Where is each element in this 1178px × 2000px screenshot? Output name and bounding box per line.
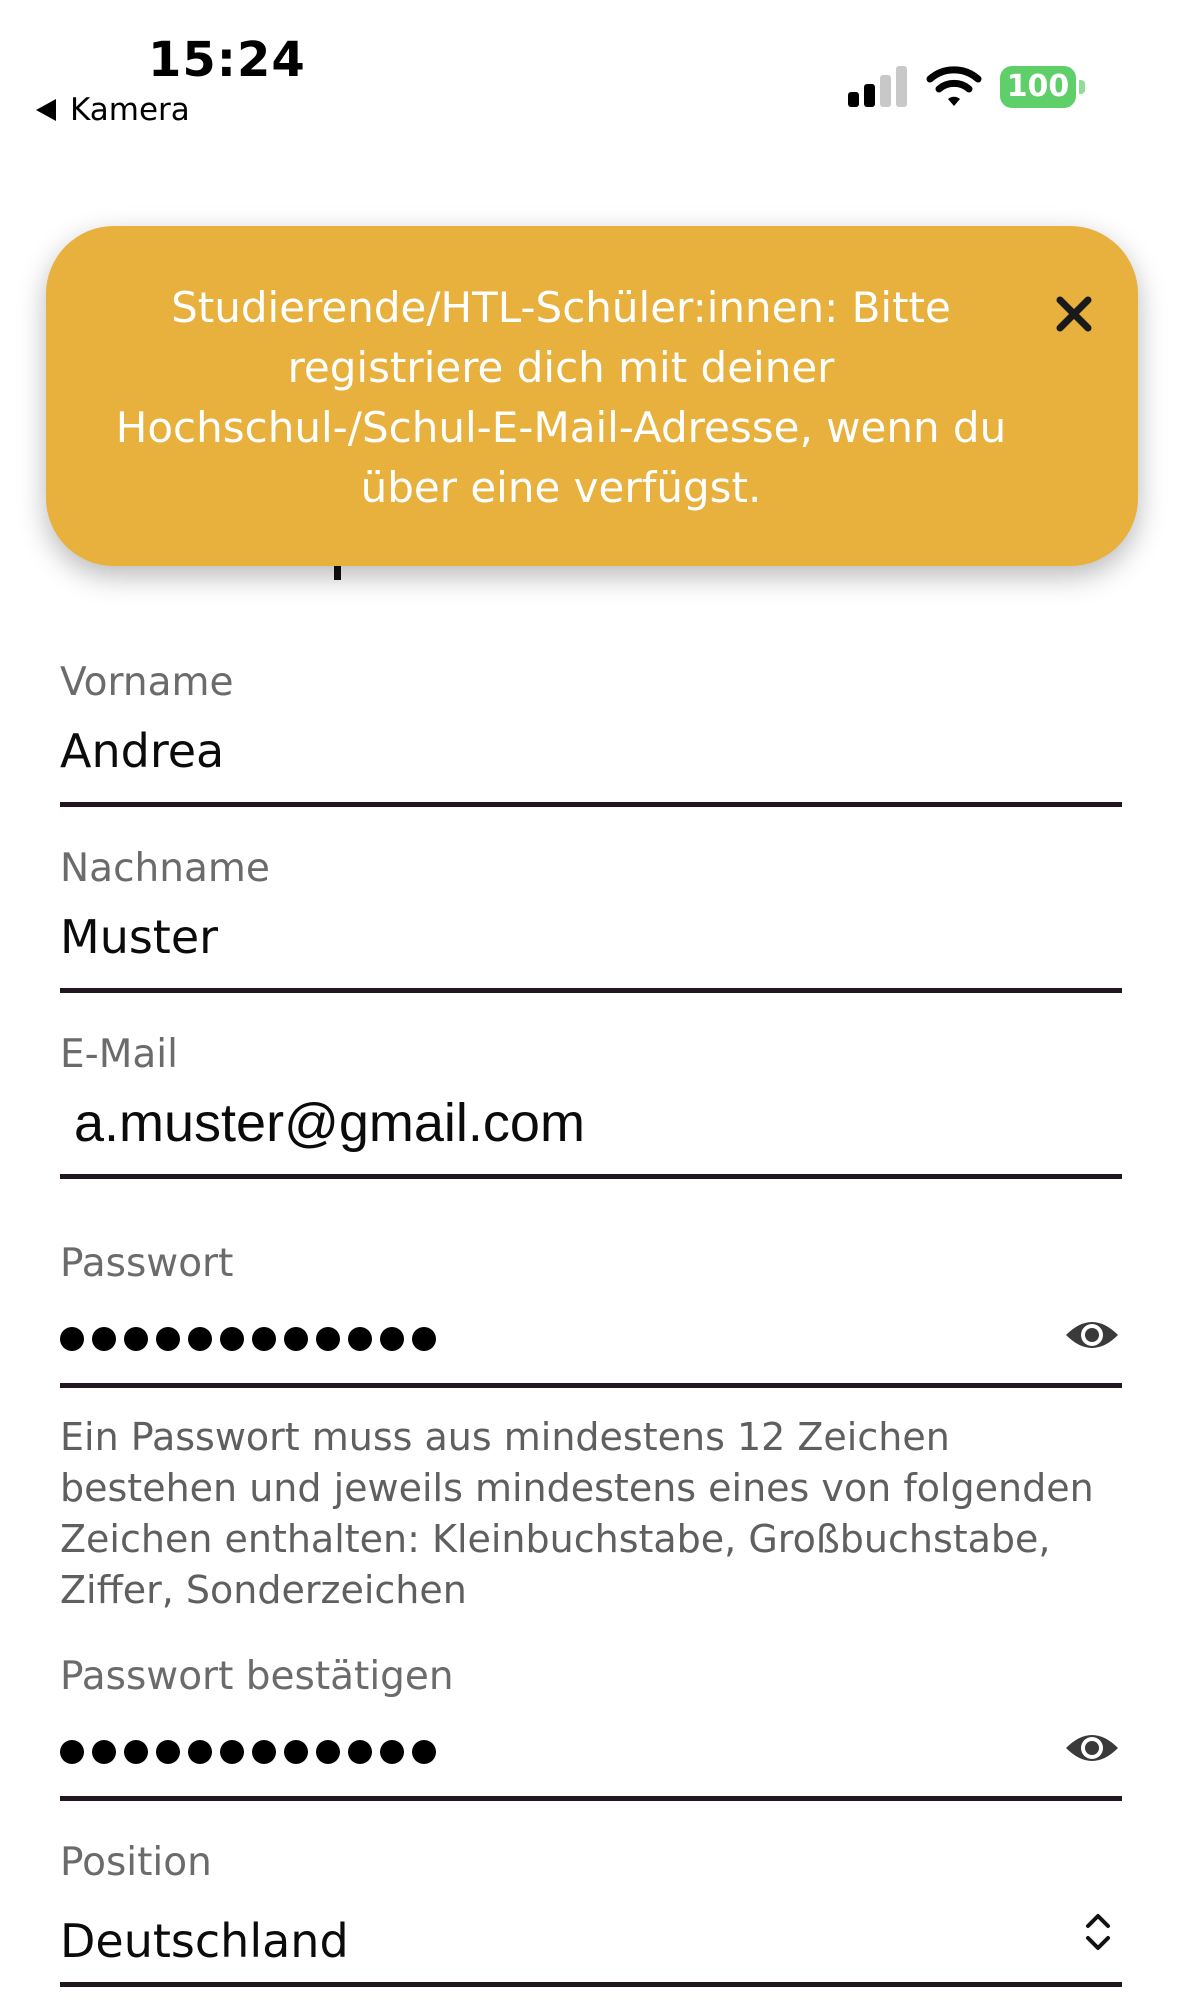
eye-icon[interactable] <box>1064 1728 1120 1768</box>
first-name-field[interactable]: Vorname Andrea <box>60 660 1122 810</box>
password-label: Passwort <box>60 1241 234 1286</box>
position-select-field[interactable]: Position Deutschland <box>60 1840 1122 1990</box>
password-underline <box>60 1383 1122 1388</box>
password-dot <box>380 1327 404 1351</box>
eye-icon[interactable] <box>1064 1315 1120 1355</box>
password-input[interactable] <box>60 1327 436 1351</box>
last-name-input[interactable]: Muster <box>60 910 218 964</box>
status-time: 15:24 <box>148 32 306 88</box>
password-dot <box>188 1327 212 1351</box>
email-label: E-Mail <box>60 1032 178 1077</box>
password-confirm-label: Passwort bestätigen <box>60 1654 454 1699</box>
password-dot <box>220 1740 244 1764</box>
position-select[interactable]: Deutschland <box>60 1914 349 1968</box>
password-dot <box>316 1740 340 1764</box>
password-dot <box>412 1740 436 1764</box>
password-dot <box>284 1740 308 1764</box>
wifi-icon <box>926 66 982 106</box>
password-dot <box>60 1740 84 1764</box>
password-dot <box>156 1740 180 1764</box>
first-name-underline <box>60 802 1122 807</box>
position-label: Position <box>60 1840 212 1885</box>
password-dot <box>348 1327 372 1351</box>
password-dot <box>156 1327 180 1351</box>
last-name-field[interactable]: Nachname Muster <box>60 846 1122 996</box>
password-dot <box>92 1327 116 1351</box>
password-dot <box>60 1327 84 1351</box>
close-icon[interactable] <box>1052 292 1096 336</box>
battery-level: 100 <box>1000 66 1076 108</box>
position-underline <box>60 1982 1122 1987</box>
password-requirements-text: Ein Passwort muss aus mindestens 12 Zeic… <box>60 1415 1094 1612</box>
notice-message: Studierende/HTL-Schüler:innen: Bitte reg… <box>115 283 1007 512</box>
password-confirm-input[interactable] <box>60 1740 436 1764</box>
password-dot <box>380 1740 404 1764</box>
password-dot <box>188 1740 212 1764</box>
password-dot <box>124 1327 148 1351</box>
password-dot <box>412 1327 436 1351</box>
battery-icon: 100 <box>1000 66 1086 108</box>
chevron-up-down-icon[interactable] <box>1084 1910 1112 1954</box>
first-name-input[interactable]: Andrea <box>60 724 224 778</box>
password-dot <box>348 1740 372 1764</box>
back-arrow-icon <box>36 99 56 121</box>
password-field[interactable]: Passwort <box>60 1241 1122 1391</box>
notice-banner: Studierende/HTL-Schüler:innen: Bitte reg… <box>46 226 1138 566</box>
email-field[interactable]: E-Mail a.muster@gmail.com <box>60 1032 1122 1182</box>
password-dot <box>252 1740 276 1764</box>
last-name-underline <box>60 988 1122 993</box>
email-underline <box>60 1174 1122 1179</box>
password-dot <box>220 1327 244 1351</box>
back-to-app-button[interactable]: Kamera <box>36 92 190 128</box>
password-dot <box>252 1327 276 1351</box>
password-dot <box>124 1740 148 1764</box>
password-confirm-field[interactable]: Passwort bestätigen <box>60 1654 1122 1804</box>
status-bar: 15:24 Kamera 100 <box>0 0 1178 140</box>
password-dot <box>92 1740 116 1764</box>
first-name-label: Vorname <box>60 660 234 705</box>
password-confirm-underline <box>60 1796 1122 1801</box>
password-dot <box>284 1327 308 1351</box>
password-dot <box>316 1327 340 1351</box>
email-input[interactable]: a.muster@gmail.com <box>74 1092 585 1154</box>
back-app-label: Kamera <box>70 92 190 128</box>
last-name-label: Nachname <box>60 846 270 891</box>
cellular-signal-icon <box>848 66 907 107</box>
